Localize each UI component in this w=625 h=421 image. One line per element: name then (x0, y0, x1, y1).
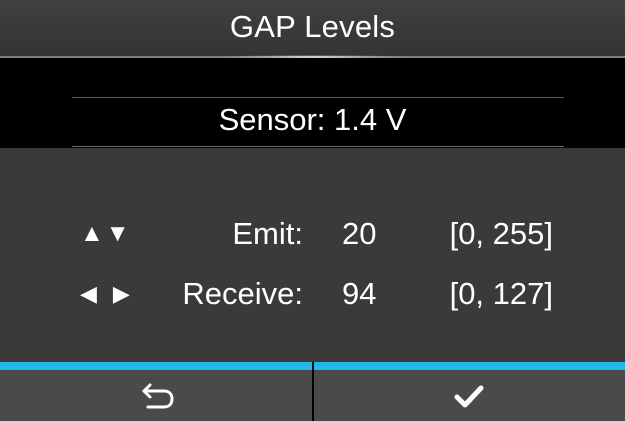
sensor-panel-bottom-divider (72, 146, 564, 147)
emit-value[interactable]: 20 (342, 216, 376, 252)
receive-value[interactable]: 94 (342, 276, 376, 312)
receive-label: Receive: (182, 276, 303, 311)
footer-actions (0, 362, 625, 421)
emit-label: Emit: (232, 216, 303, 251)
down-arrow-icon[interactable]: ▼ (106, 220, 130, 248)
gap-levels-screen: GAP Levels Sensor: 1.4 V ▲ ▼ Emit: 20 [0… (0, 0, 625, 421)
page-title: GAP Levels (229, 9, 396, 44)
confirm-button[interactable] (313, 362, 625, 421)
receive-adjust-arrows[interactable]: ◀ ▶ (80, 272, 130, 316)
sensor-panel-top-divider (72, 97, 564, 98)
up-arrow-icon[interactable]: ▲ (80, 220, 104, 248)
back-button[interactable] (0, 362, 312, 421)
sensor-reading: Sensor: 1.4 V (218, 102, 407, 137)
right-arrow-icon[interactable]: ▶ (113, 281, 130, 307)
emit-range: [0, 255] (449, 216, 553, 251)
emit-adjust-arrows[interactable]: ▲ ▼ (80, 212, 132, 256)
back-return-icon (135, 380, 177, 412)
emit-setting-row[interactable]: ▲ ▼ Emit: 20 [0, 255] (0, 212, 625, 256)
receive-range: [0, 127] (449, 276, 553, 311)
checkmark-icon (453, 383, 485, 409)
receive-setting-row[interactable]: ◀ ▶ Receive: 94 [0, 127] (0, 272, 625, 316)
left-arrow-icon[interactable]: ◀ (80, 281, 97, 307)
sensor-panel: Sensor: 1.4 V (0, 58, 625, 148)
title-bar: GAP Levels (0, 0, 625, 59)
gap-settings-panel: ▲ ▼ Emit: 20 [0, 255] ◀ ▶ Receive: 94 [0… (0, 148, 625, 362)
